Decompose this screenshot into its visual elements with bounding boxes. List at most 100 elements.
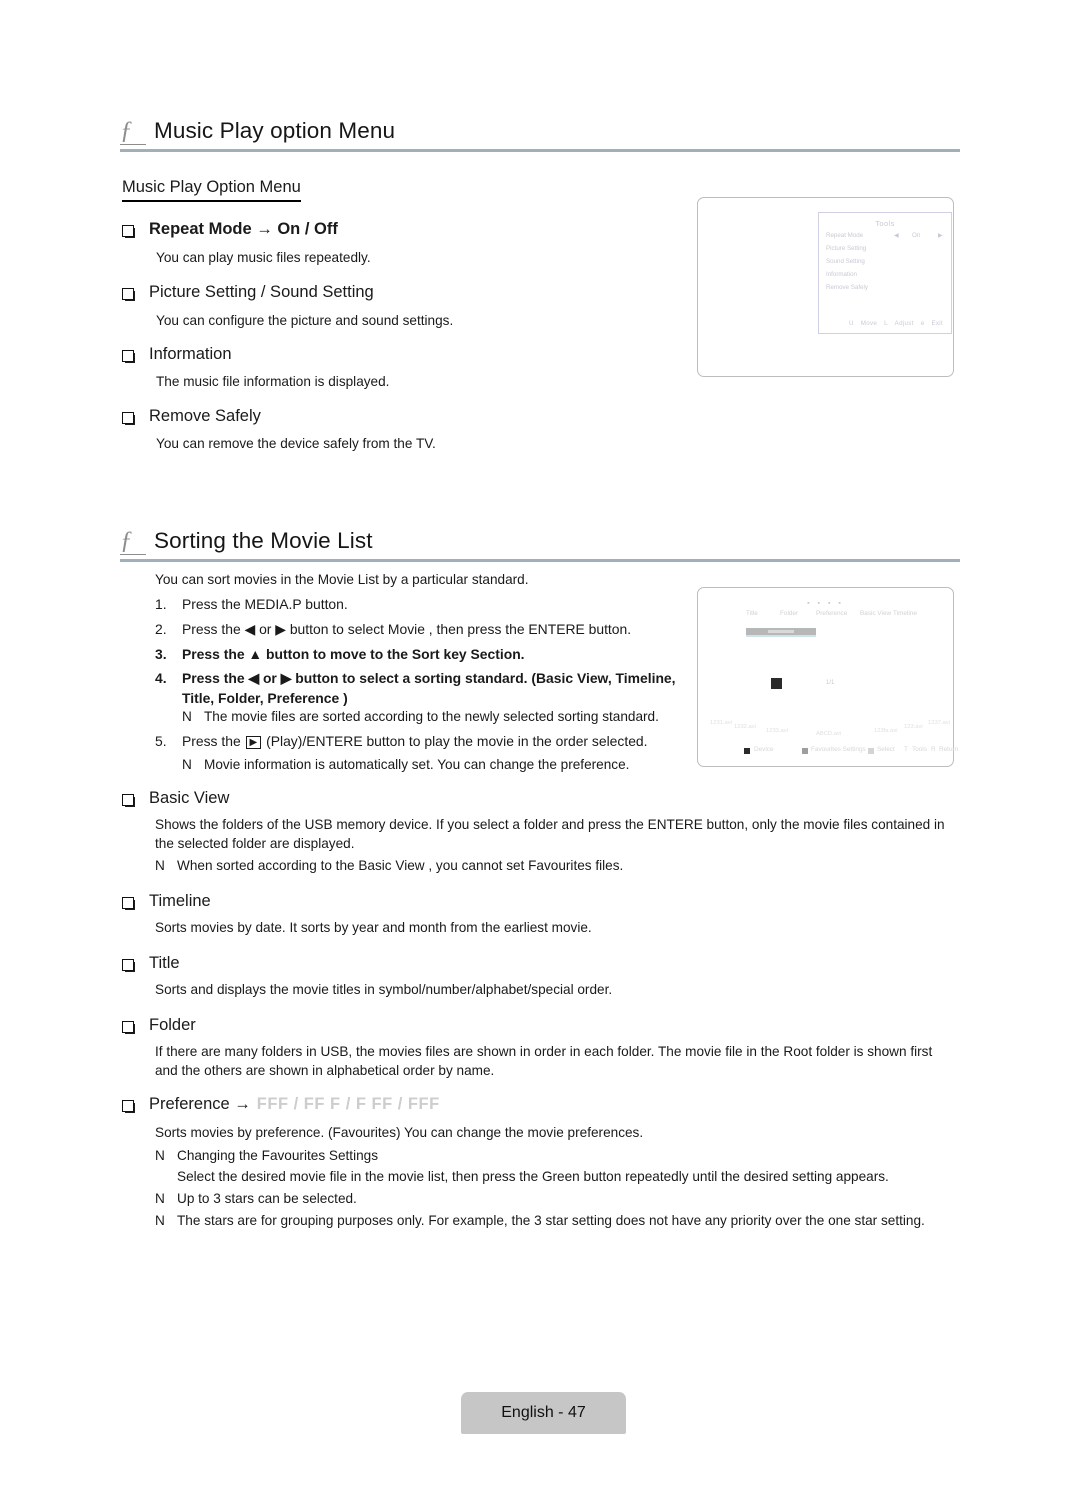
checkbox-bullet-icon bbox=[122, 897, 135, 910]
tools-row-label: Remove Safely bbox=[826, 284, 868, 291]
step-text: Press the ◀ or ▶ button to select a sort… bbox=[182, 668, 695, 708]
list-item[interactable]: 1232.avi bbox=[734, 724, 756, 730]
hint-key-tools: T bbox=[904, 746, 908, 753]
tv-screen-tools-menu: Tools Repeat Mode ◀ On ▶ Picture Setting… bbox=[697, 197, 954, 377]
step-text: Press the ▲ button to move to the Sort k… bbox=[182, 646, 525, 662]
checkbox-bullet-icon bbox=[122, 1021, 135, 1034]
page-footer-language-page: English - 47 bbox=[461, 1392, 626, 1434]
page-indicator: 1/1 bbox=[826, 680, 835, 686]
note-marker: N bbox=[155, 1213, 165, 1228]
list-item[interactable]: 123.avi bbox=[904, 724, 923, 730]
dots-indicator-icon: ▪ ▪ ▪ ▪ bbox=[807, 600, 844, 607]
tools-row-value: On bbox=[912, 232, 921, 239]
section-intro-text: You can sort movies in the Movie List by… bbox=[155, 572, 529, 587]
step-number: 4. bbox=[155, 670, 167, 686]
preference-note-2: Select the desired movie file in the mov… bbox=[177, 1167, 967, 1186]
page-title: Music Play option Menu bbox=[154, 118, 396, 143]
step-number: 5. bbox=[155, 733, 167, 749]
preference-star-levels: FFF / FF F / F FF / FFF bbox=[256, 1095, 440, 1113]
step-5: 5. Press the ▶ (Play)/ENTERE button to p… bbox=[155, 731, 695, 751]
hint-label-return: Return bbox=[939, 746, 959, 753]
list-item[interactable]: 123fa.avi bbox=[874, 728, 898, 734]
tools-row-label: Repeat Mode bbox=[826, 232, 864, 239]
tools-menu-row-information[interactable]: Information bbox=[826, 271, 951, 280]
hint-key-adjust: L bbox=[884, 320, 888, 327]
step-1: 1. Press the MEDIA.P button. bbox=[155, 594, 685, 614]
tools-menu-row-picture-setting[interactable]: Picture Setting bbox=[826, 245, 951, 254]
list-item-label: Basic View bbox=[149, 789, 230, 807]
note-marker: N bbox=[155, 1148, 165, 1163]
sort-tab-preference[interactable]: Preference bbox=[816, 610, 847, 617]
sort-tab-basic-view[interactable]: Basic View bbox=[860, 610, 891, 617]
movie-thumbnail[interactable] bbox=[771, 678, 782, 689]
hint-key-return: R bbox=[931, 746, 936, 753]
list-item-note: N When sorted according to the Basic Vie… bbox=[155, 856, 855, 875]
hint-label-tools: Tools bbox=[912, 746, 927, 753]
tools-menu-row-repeat-mode[interactable]: Repeat Mode ◀ On ▶ bbox=[826, 232, 951, 241]
sort-tab-title[interactable]: Title bbox=[746, 610, 758, 617]
step-4: 4. Press the ◀ or ▶ button to select a s… bbox=[155, 668, 695, 708]
sort-tab-folder[interactable]: Folder bbox=[780, 610, 798, 617]
right-arrow-icon[interactable]: ▶ bbox=[938, 232, 943, 239]
note-text: When sorted according to the Basic View … bbox=[177, 858, 624, 873]
checkbox-bullet-icon bbox=[122, 1100, 135, 1113]
list-item-label: Remove Safely bbox=[149, 407, 261, 425]
bottom-hint-bar: Device Favourites Settings Select T Tool… bbox=[698, 746, 958, 758]
section-title: Sorting the Movie List bbox=[154, 528, 373, 553]
list-item[interactable]: 1233.avi bbox=[766, 728, 788, 734]
list-item: Information bbox=[122, 345, 232, 364]
sort-tab-timeline[interactable]: Timeline bbox=[893, 610, 917, 617]
section-heading-music-play: ƒ Music Play option Menu bbox=[120, 118, 960, 152]
step-note-5: N Movie information is automatically set… bbox=[182, 755, 702, 774]
preference-note-3: N Up to 3 stars can be selected. bbox=[155, 1189, 855, 1208]
tools-row-label: Picture Setting bbox=[826, 245, 867, 252]
step-note-4: N The movie files are sorted according t… bbox=[182, 707, 702, 726]
tools-menu-row-remove-safely[interactable]: Remove Safely bbox=[826, 284, 951, 293]
list-item-label: Title bbox=[149, 954, 180, 972]
note-marker: N bbox=[182, 757, 192, 772]
tools-row-label: Information bbox=[826, 271, 857, 278]
hint-label-move: Move bbox=[860, 320, 878, 327]
list-item-label: Preference → bbox=[149, 1095, 251, 1113]
heading-rule bbox=[120, 559, 960, 562]
heading-rule bbox=[120, 149, 960, 152]
checkbox-bullet-icon bbox=[122, 412, 135, 425]
list-item-preference: Preference → FFF / FF F / F FF / FFF bbox=[122, 1095, 440, 1114]
sort-key-section[interactable]: Title Folder Preference Basic View Timel… bbox=[698, 610, 953, 624]
step-3: 3. Press the ▲ button to move to the Sor… bbox=[155, 644, 685, 664]
tools-row-label: Sound Setting bbox=[826, 258, 865, 265]
note-text: Select the desired movie file in the mov… bbox=[177, 1169, 889, 1184]
list-item[interactable]: 1231.avi bbox=[710, 720, 732, 726]
section-marker-icon: ƒ bbox=[120, 528, 146, 555]
step-number: 2. bbox=[155, 621, 167, 637]
note-marker: N bbox=[182, 709, 192, 724]
step-text-post: (Play)/ENTERE button to play the movie i… bbox=[262, 733, 648, 749]
step-text: Press the ▶ (Play)/ENTERE button to play… bbox=[182, 731, 695, 751]
list-item-description: If there are many folders in USB, the mo… bbox=[155, 1044, 933, 1079]
step-text: Press the MEDIA.P button. bbox=[182, 596, 348, 612]
device-color-key-icon bbox=[744, 748, 750, 754]
list-item[interactable]: ABCD.avi bbox=[816, 731, 841, 737]
list-item-description: Shows the folders of the USB memory devi… bbox=[155, 817, 945, 852]
step-text-line2: Title, Folder, Preference ) bbox=[182, 690, 348, 707]
list-item: Picture Setting / Sound Setting bbox=[122, 283, 374, 302]
note-marker: N bbox=[155, 1191, 165, 1206]
movie-file-list: 1231.avi 1232.avi 1233.avi ABCD.avi 123f… bbox=[698, 720, 953, 742]
note-text: The stars are for grouping purposes only… bbox=[177, 1213, 925, 1228]
list-item-label: Picture Setting / Sound Setting bbox=[149, 283, 374, 301]
note-marker: N bbox=[155, 858, 165, 873]
step-number: 1. bbox=[155, 596, 167, 612]
subheading-music-play-option-menu: Music Play Option Menu bbox=[122, 178, 301, 202]
list-item: Timeline bbox=[122, 892, 211, 911]
section-heading-sorting-movie-list: ƒ Sorting the Movie List bbox=[120, 528, 960, 562]
list-item-label: Folder bbox=[149, 1016, 196, 1034]
list-item-description: You can configure the picture and sound … bbox=[156, 313, 454, 328]
note-text: Movie information is automatically set. … bbox=[204, 757, 630, 772]
selection-highlight-bar bbox=[746, 628, 816, 637]
list-item[interactable]: 1237.avi bbox=[928, 720, 950, 726]
left-arrow-icon[interactable]: ◀ bbox=[894, 232, 899, 239]
tools-menu-row-sound-setting[interactable]: Sound Setting bbox=[826, 258, 951, 267]
tools-menu-panel: Tools Repeat Mode ◀ On ▶ Picture Setting… bbox=[818, 212, 952, 334]
list-item-description: You can play music files repeatedly. bbox=[156, 250, 371, 265]
checkbox-bullet-icon bbox=[122, 959, 135, 972]
